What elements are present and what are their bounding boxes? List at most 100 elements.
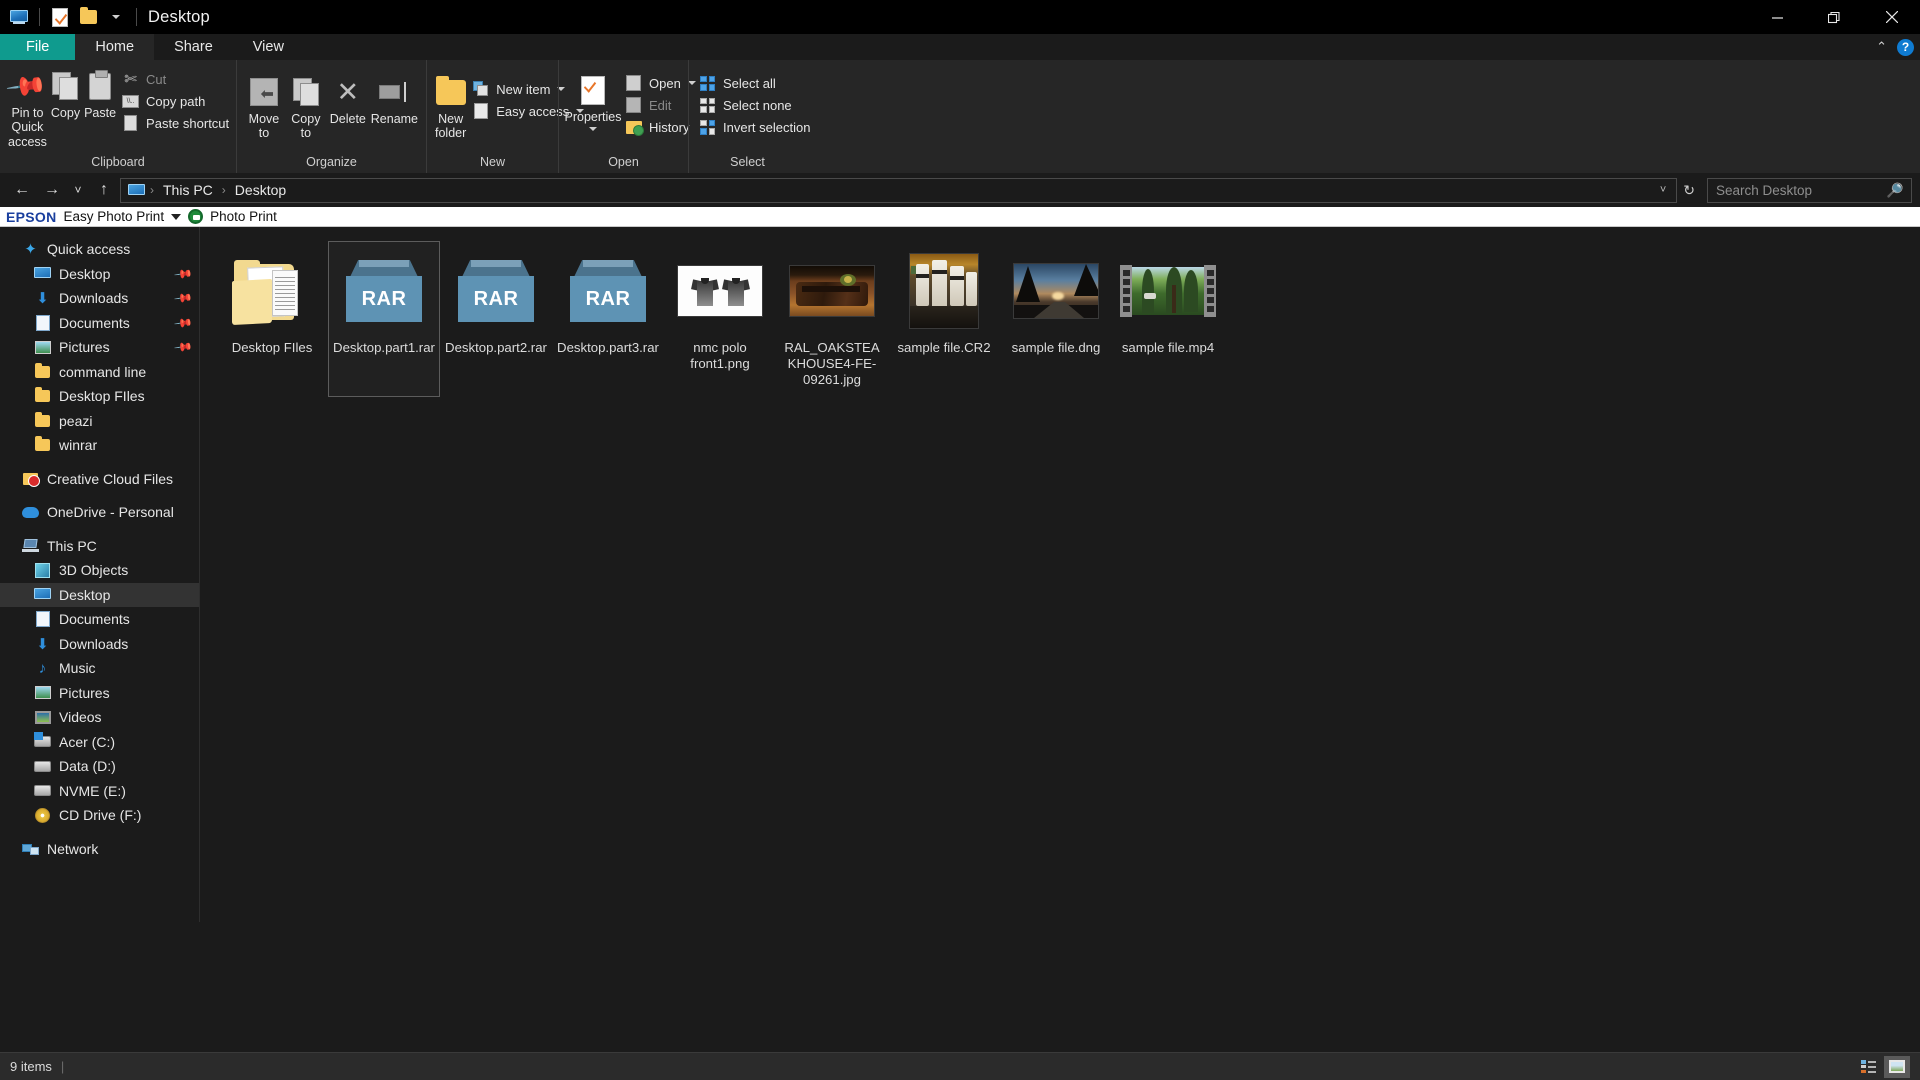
sidebar-item-creative-cloud-files[interactable]: Creative Cloud Files	[0, 467, 199, 492]
file-item-desktop-part2-rar[interactable]: RAR Desktop.part2.rar	[440, 241, 552, 397]
tab-home[interactable]: Home	[75, 34, 154, 60]
move-to-button[interactable]: ⬅ Move to	[243, 70, 285, 143]
sidebar-item-data-d[interactable]: Data (D:)	[0, 754, 199, 779]
breadcrumb-this-pc[interactable]: This PC	[159, 181, 217, 199]
properties-button[interactable]: Properties	[565, 68, 621, 133]
pin-icon[interactable]: 📌	[173, 313, 193, 333]
back-button[interactable]: ←	[8, 176, 36, 204]
sidebar-item-pictures[interactable]: Pictures 📌	[0, 335, 199, 360]
sidebar-item-desktop-files[interactable]: Desktop FIles	[0, 384, 199, 409]
pin-to-quick-access-button[interactable]: 📌 Pin to Quick access	[6, 64, 49, 151]
desktop-monitor-icon[interactable]	[6, 4, 32, 30]
copy-label: Copy	[51, 106, 80, 120]
epson-menu-label[interactable]: Easy Photo Print	[64, 209, 165, 224]
item-count: 9 items	[10, 1059, 52, 1074]
file-item-ral-oaksteakhouse-jpg[interactable]: RAL_OAKSTEAKHOUSE4-FE-09261.jpg	[776, 241, 888, 397]
epson-photo-print-button[interactable]: Photo Print	[210, 209, 277, 224]
chevron-down-icon[interactable]	[171, 214, 181, 220]
sidebar-item-nvme-e[interactable]: NVME (E:)	[0, 779, 199, 804]
search-input[interactable]: Search Desktop 🔍	[1707, 178, 1912, 203]
recent-locations-button[interactable]: ˅	[68, 176, 88, 204]
tab-share[interactable]: Share	[154, 34, 233, 60]
sidebar-item-onedrive[interactable]: OneDrive - Personal	[0, 500, 199, 525]
select-all-button[interactable]: Select all	[695, 72, 817, 94]
file-item-desktop-part3-rar[interactable]: RAR Desktop.part3.rar	[552, 241, 664, 397]
file-explorer-window: Desktop File Home Share View ⌃ ?	[0, 0, 1920, 1080]
status-separator: |	[61, 1059, 64, 1074]
up-button[interactable]: ↑	[90, 176, 118, 204]
select-none-button[interactable]: Select none	[695, 94, 817, 116]
address-dropdown-icon[interactable]: ˅	[1654, 184, 1672, 196]
file-item-nmc-polo-front1-png[interactable]: nmc polo front1.png	[664, 241, 776, 397]
sidebar-item-documents[interactable]: Documents 📌	[0, 311, 199, 336]
sidebar-item-peazi[interactable]: peazi	[0, 409, 199, 434]
sidebar-item-command-line[interactable]: command line	[0, 360, 199, 385]
drive-icon	[34, 758, 51, 775]
sidebar-header-this-pc[interactable]: This PC	[0, 534, 199, 559]
copy-to-icon	[293, 75, 319, 109]
copy-path-button[interactable]: \\.. Copy path	[118, 90, 236, 112]
pin-icon[interactable]: 📌	[173, 337, 193, 357]
file-list-pane[interactable]: Index : Dry Dale Desktop FIles	[200, 227, 1920, 922]
sidebar-item-desktop[interactable]: Desktop 📌	[0, 262, 199, 287]
tab-view[interactable]: View	[233, 34, 304, 60]
new-folder-icon[interactable]	[75, 4, 101, 30]
sidebar-item-pictures-thispc[interactable]: Pictures	[0, 681, 199, 706]
invert-selection-button[interactable]: Invert selection	[695, 116, 817, 138]
tab-file[interactable]: File	[0, 34, 75, 60]
file-item-sample-file-mp4[interactable]: sample file.mp4	[1112, 241, 1224, 397]
sidebar-item-videos[interactable]: Videos	[0, 705, 199, 730]
restore-button[interactable]	[1806, 0, 1863, 34]
sidebar-item-desktop-thispc[interactable]: Desktop	[0, 583, 199, 608]
sidebar-item-winrar[interactable]: winrar	[0, 433, 199, 458]
pin-icon[interactable]: 📌	[173, 264, 193, 284]
file-item-desktop-files[interactable]: Index : Dry Dale Desktop FIles	[216, 241, 328, 397]
breadcrumb-desktop[interactable]: Desktop	[231, 181, 290, 199]
close-button[interactable]	[1863, 0, 1920, 34]
sidebar-item-downloads-thispc[interactable]: ⬇ Downloads	[0, 632, 199, 657]
sidebar-item-cd-drive-f[interactable]: CD Drive (F:)	[0, 803, 199, 828]
new-folder-button[interactable]: New folder	[433, 70, 468, 143]
paste-shortcut-button[interactable]: Paste shortcut	[118, 112, 236, 134]
sidebar-item-documents-thispc[interactable]: Documents	[0, 607, 199, 632]
address-bar: ← → ˅ ↑ › This PC › Desktop ˅ ↻ Search D…	[0, 173, 1920, 207]
collapse-ribbon-icon[interactable]: ⌃	[1876, 39, 1887, 55]
pin-icon[interactable]: 📌	[173, 288, 193, 308]
sidebar-label: Quick access	[47, 241, 130, 257]
sidebar-label: Desktop FIles	[59, 388, 145, 404]
forward-button[interactable]: →	[38, 176, 66, 204]
delete-button[interactable]: ✕ Delete	[327, 70, 369, 128]
file-name: Desktop.part3.rar	[557, 340, 659, 356]
properties-label: Properties	[565, 110, 622, 124]
properties-check-icon[interactable]	[47, 4, 73, 30]
invert-selection-icon	[699, 119, 716, 136]
refresh-button[interactable]: ↻	[1679, 182, 1699, 199]
breadcrumb[interactable]: › This PC › Desktop ˅	[120, 178, 1677, 203]
file-item-desktop-part1-rar[interactable]: RAR Desktop.part1.rar	[328, 241, 440, 397]
breadcrumb-separator: ›	[150, 183, 154, 197]
sidebar-item-music[interactable]: ♪ Music	[0, 656, 199, 681]
chevron-down-icon[interactable]	[589, 127, 597, 131]
cut-button[interactable]: ✄ Cut	[118, 68, 236, 90]
customize-caret-icon[interactable]	[103, 4, 129, 30]
rename-button[interactable]: Rename	[369, 70, 420, 128]
sidebar-item-acer-c[interactable]: Acer (C:)	[0, 730, 199, 755]
copy-button[interactable]: Copy	[49, 64, 82, 122]
select-none-label: Select none	[723, 98, 792, 113]
sidebar-item-3d-objects[interactable]: 3D Objects	[0, 558, 199, 583]
title-bar: Desktop	[0, 0, 1920, 34]
sidebar-item-downloads[interactable]: ⬇ Downloads 📌	[0, 286, 199, 311]
minimize-button[interactable]	[1749, 0, 1806, 34]
copy-to-button[interactable]: Copy to	[285, 70, 327, 143]
help-icon[interactable]: ?	[1897, 39, 1914, 56]
sidebar-header-quick-access[interactable]: ✦ Quick access	[0, 237, 199, 262]
group-label-organize: Organize	[237, 155, 426, 173]
large-icons-view-icon[interactable]	[1884, 1056, 1910, 1078]
paste-button[interactable]: Paste	[82, 64, 118, 122]
rar-archive-icon: RAR	[333, 248, 435, 334]
sidebar-item-network[interactable]: Network	[0, 837, 199, 862]
file-item-sample-file-dng[interactable]: sample file.dng	[1000, 241, 1112, 397]
details-view-icon[interactable]	[1856, 1056, 1882, 1078]
file-item-sample-file-cr2[interactable]: sample file.CR2	[888, 241, 1000, 397]
sidebar-label: Documents	[59, 611, 130, 627]
